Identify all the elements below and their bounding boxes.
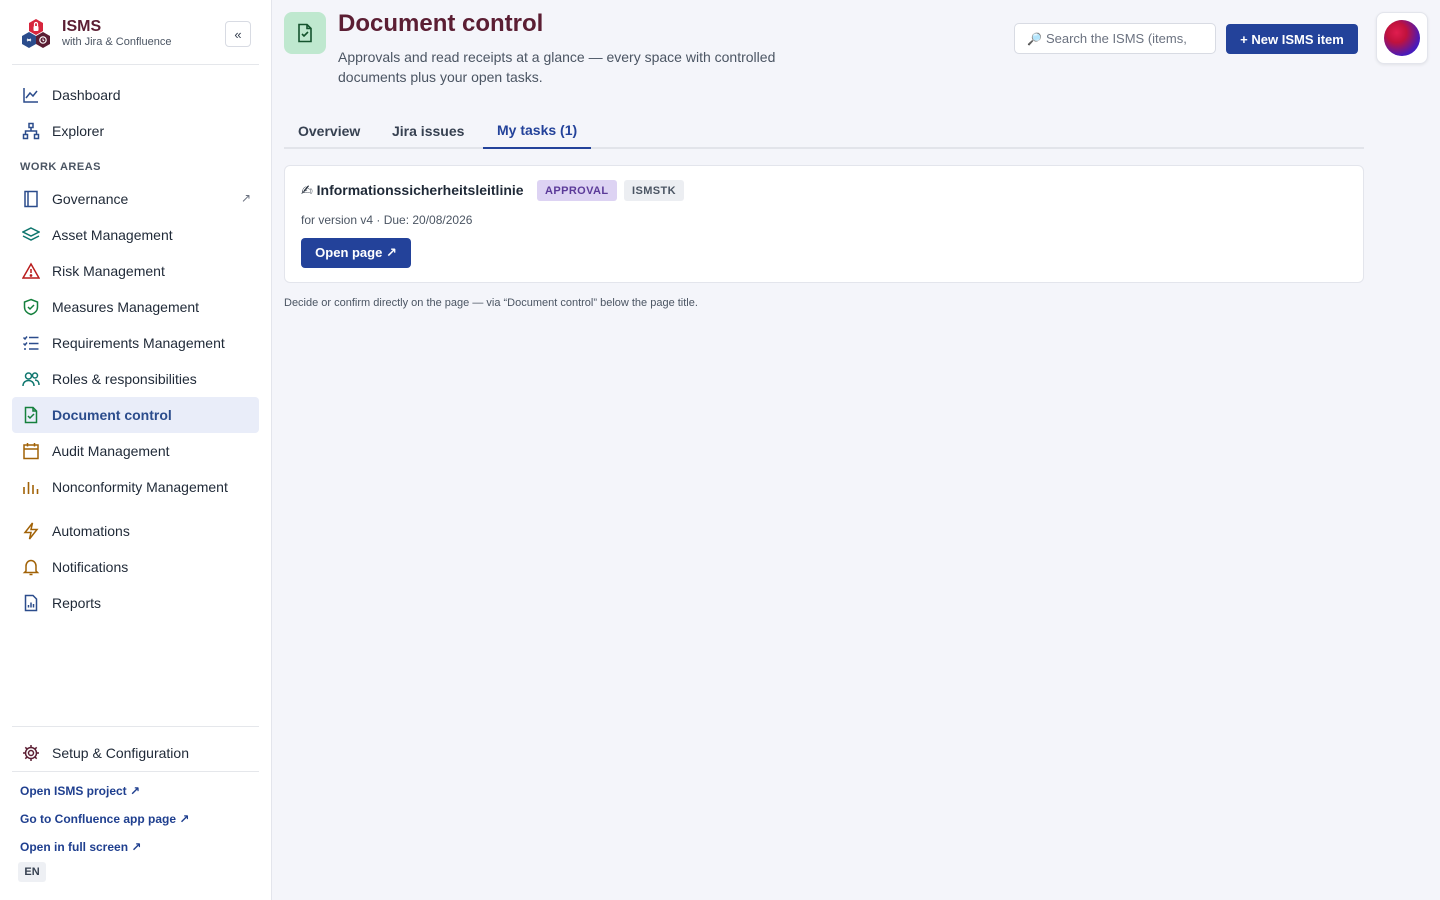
sidebar-item-dashboard[interactable]: Dashboard: [12, 77, 259, 113]
task-title-text: Informationssicherheitsleitlinie: [316, 182, 524, 198]
sidebar-item-label: Automations: [52, 523, 130, 539]
gear-icon: [23, 745, 39, 761]
sidebar-divider: [12, 726, 259, 727]
sidebar-item-label: Dashboard: [52, 87, 121, 103]
shield-check-icon: [23, 298, 39, 316]
sidebar-item-label: Asset Management: [52, 227, 173, 243]
sidebar-item-setup-configuration[interactable]: Setup & Configuration: [12, 735, 259, 771]
brand-subtitle: with Jira & Confluence: [62, 36, 172, 48]
users-icon: [22, 372, 40, 387]
sidebar-item-label: Audit Management: [52, 443, 170, 459]
tab-overview[interactable]: Overview: [284, 112, 374, 149]
bar-chart-icon: [23, 482, 39, 494]
brand: ISMS with Jira & Confluence: [20, 16, 260, 56]
lightning-icon: [23, 522, 39, 540]
space-key-badge: ISMSTK: [624, 180, 684, 201]
sidebar-item-roles-responsibilities[interactable]: Roles & responsibilities: [12, 361, 259, 397]
new-isms-item-button[interactable]: + New ISMS item: [1226, 24, 1358, 54]
open-page-button[interactable]: Open page ↗: [301, 238, 411, 268]
task-card: ✍ Informationssicherheitsleitlinie APPRO…: [284, 165, 1364, 283]
confluence-app-page-link[interactable]: Go to Confluence app page ↗: [20, 812, 189, 826]
sidebar-item-label: Setup & Configuration: [52, 745, 189, 761]
sidebar-item-label: Risk Management: [52, 263, 165, 279]
brand-title: ISMS: [62, 18, 102, 35]
sidebar-item-reports[interactable]: Reports: [12, 585, 259, 621]
sidebar-item-label: Requirements Management: [52, 335, 225, 351]
bell-icon: [22, 559, 40, 576]
hierarchy-icon: [22, 122, 40, 140]
section-label-work-areas: WORK AREAS: [20, 161, 101, 173]
sidebar-item-automations[interactable]: Automations: [12, 513, 259, 549]
sidebar-divider: [12, 64, 259, 65]
warning-icon: [22, 262, 40, 279]
avatar[interactable]: [1384, 20, 1420, 56]
sidebar-item-label: Measures Management: [52, 299, 200, 315]
tab-my-tasks[interactable]: My tasks (1): [483, 112, 592, 149]
sidebar-item-document-control[interactable]: Document control: [12, 397, 259, 433]
task-meta: for version v4 · Due: 20/08/2026: [301, 213, 473, 227]
sidebar-item-nonconformity-management[interactable]: Nonconformity Management: [12, 469, 259, 505]
sidebar-item-label: Reports: [52, 595, 102, 611]
sidebar: ISMS with Jira & Confluence « Dashboard …: [0, 0, 272, 900]
collapse-sidebar-button[interactable]: «: [225, 21, 251, 47]
book-icon: [24, 190, 38, 208]
writing-hand-icon: ✍: [301, 182, 313, 198]
sidebar-item-label: Roles & responsibilities: [52, 371, 197, 387]
sidebar-item-label: Notifications: [52, 559, 129, 575]
calendar-icon: [23, 443, 39, 460]
sidebar-item-notifications[interactable]: Notifications: [12, 549, 259, 585]
tab-jira-issues[interactable]: Jira issues: [378, 112, 478, 149]
sidebar-item-label: Governance: [52, 191, 129, 207]
sidebar-item-audit-management[interactable]: Audit Management: [12, 433, 259, 469]
sidebar-item-requirements-management[interactable]: Requirements Management: [12, 325, 259, 361]
full-screen-link[interactable]: Open in full screen ↗: [20, 840, 141, 854]
sidebar-item-label: Nonconformity Management: [52, 479, 228, 495]
language-selector[interactable]: EN: [18, 862, 46, 882]
sidebar-item-asset-management[interactable]: Asset Management: [12, 217, 259, 253]
open-isms-project-link[interactable]: Open ISMS project ↗: [20, 784, 140, 798]
layers-icon: [22, 227, 40, 241]
task-type-badge: APPROVAL: [537, 180, 617, 201]
sidebar-item-explorer[interactable]: Explorer: [12, 113, 259, 149]
search-input[interactable]: [1045, 31, 1196, 46]
sidebar-item-risk-management[interactable]: Risk Management: [12, 253, 259, 289]
page-description: Approvals and read receipts at a glance …: [338, 49, 776, 85]
page-title: Document control: [338, 10, 544, 37]
tab-bar: Overview Jira issues My tasks (1): [284, 112, 1364, 149]
report-icon: [24, 594, 38, 612]
sidebar-item-measures-management[interactable]: Measures Management: [12, 289, 259, 325]
sidebar-item-label: Explorer: [52, 123, 105, 139]
sidebar-item-governance[interactable]: Governance ↗: [12, 181, 259, 217]
document-check-icon: [24, 406, 38, 424]
search-box[interactable]: 🔎: [1014, 23, 1216, 54]
external-link-icon: ↗: [240, 191, 251, 205]
chart-line-icon: [23, 88, 38, 103]
user-menu[interactable]: [1376, 12, 1428, 64]
sidebar-item-label: Document control: [52, 407, 172, 423]
sidebar-divider: [12, 771, 259, 772]
isms-logo-icon: [22, 19, 50, 48]
page-icon: [284, 12, 326, 54]
document-check-icon: [298, 23, 312, 43]
search-icon: 🔎: [1027, 31, 1042, 46]
checklist-icon: [22, 336, 39, 350]
hint-text: Decide or confirm directly on the page —…: [284, 297, 698, 309]
task-title: ✍ Informationssicherheitsleitlinie: [301, 182, 524, 199]
